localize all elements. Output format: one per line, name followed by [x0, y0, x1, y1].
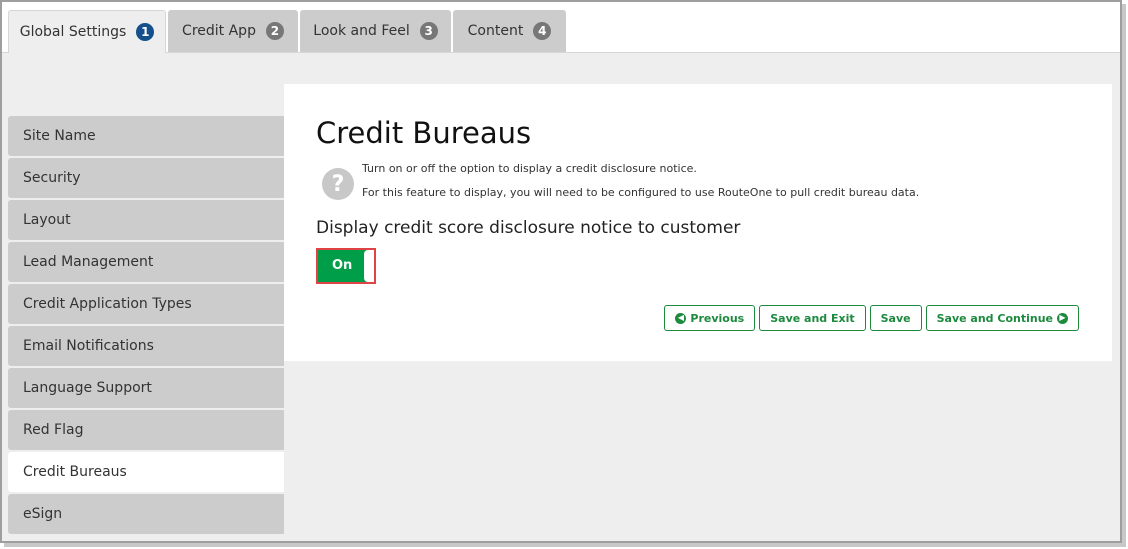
settings-sidebar: Site Name Security Layout Lead Managemen… [8, 116, 284, 536]
sidebar-item-label: Lead Management [23, 254, 154, 270]
sidebar-item-email-notifications[interactable]: Email Notifications [8, 326, 284, 366]
button-label: Save and Exit [770, 311, 855, 325]
tab-label: Look and Feel [313, 23, 410, 39]
sidebar-item-credit-bureaus[interactable]: Credit Bureaus [8, 452, 284, 492]
content-panel: Credit Bureaus ? Turn on or off the opti… [284, 84, 1112, 361]
tab-label: Content [467, 23, 524, 39]
sidebar-item-label: eSign [23, 506, 63, 522]
sidebar-item-label: Site Name [23, 128, 96, 144]
toggle-state-label: On [332, 258, 353, 273]
save-and-exit-button[interactable]: Save and Exit [759, 305, 866, 331]
tab-credit-app[interactable]: Credit App 2 [168, 10, 298, 52]
sidebar-item-label: Credit Bureaus [23, 464, 127, 480]
save-and-continue-button[interactable]: Save and Continue ▶ [925, 305, 1079, 331]
sidebar-item-security[interactable]: Security [8, 158, 284, 198]
sidebar-item-label: Language Support [23, 380, 152, 396]
sidebar-item-red-flag[interactable]: Red Flag [8, 410, 284, 450]
button-label: Save [880, 311, 911, 325]
save-button[interactable]: Save [869, 305, 922, 331]
sidebar-item-label: Layout [23, 212, 71, 228]
sidebar-item-label: Email Notifications [23, 338, 154, 354]
sidebar-item-label: Credit Application Types [23, 296, 192, 312]
button-label: Previous [690, 311, 745, 325]
toggle-knob [364, 250, 374, 282]
arrow-right-circle-icon: ▶ [1057, 312, 1068, 324]
tab-content[interactable]: Content 4 [453, 10, 566, 52]
tab-label: Credit App [182, 23, 256, 39]
sidebar-item-credit-application-types[interactable]: Credit Application Types [8, 284, 284, 324]
question-circle-icon: ? [322, 168, 354, 200]
previous-button[interactable]: ◀ Previous [664, 305, 756, 331]
tab-bar: Global Settings 1 Credit App 2 Look and … [2, 2, 1120, 53]
tab-global-settings[interactable]: Global Settings 1 [8, 10, 166, 53]
step-badge: 1 [136, 23, 155, 41]
sidebar-item-layout[interactable]: Layout [8, 200, 284, 240]
step-badge: 2 [265, 22, 284, 40]
app-frame: Global Settings 1 Credit App 2 Look and … [0, 0, 1122, 543]
help-text-line: For this feature to display, you will ne… [362, 186, 920, 199]
action-buttons: ◀ Previous Save and Exit Save Save and C… [664, 305, 1079, 331]
tab-label: Global Settings [19, 24, 127, 40]
help-text-line: Turn on or off the option to display a c… [362, 162, 697, 175]
sidebar-item-esign[interactable]: eSign [8, 494, 284, 534]
disclosure-toggle[interactable]: On [316, 248, 376, 284]
step-badge: 4 [533, 22, 552, 40]
sidebar-item-language-support[interactable]: Language Support [8, 368, 284, 408]
sidebar-item-label: Red Flag [23, 422, 84, 438]
page-title: Credit Bureaus [316, 116, 532, 150]
tab-look-and-feel[interactable]: Look and Feel 3 [300, 10, 451, 52]
arrow-left-circle-icon: ◀ [675, 312, 687, 324]
button-label: Save and Continue [936, 311, 1053, 325]
sidebar-item-lead-management[interactable]: Lead Management [8, 242, 284, 282]
sidebar-item-label: Security [23, 170, 81, 186]
sidebar-item-site-name[interactable]: Site Name [8, 116, 284, 156]
setting-label: Display credit score disclosure notice t… [316, 218, 741, 238]
step-badge: 3 [419, 22, 438, 40]
